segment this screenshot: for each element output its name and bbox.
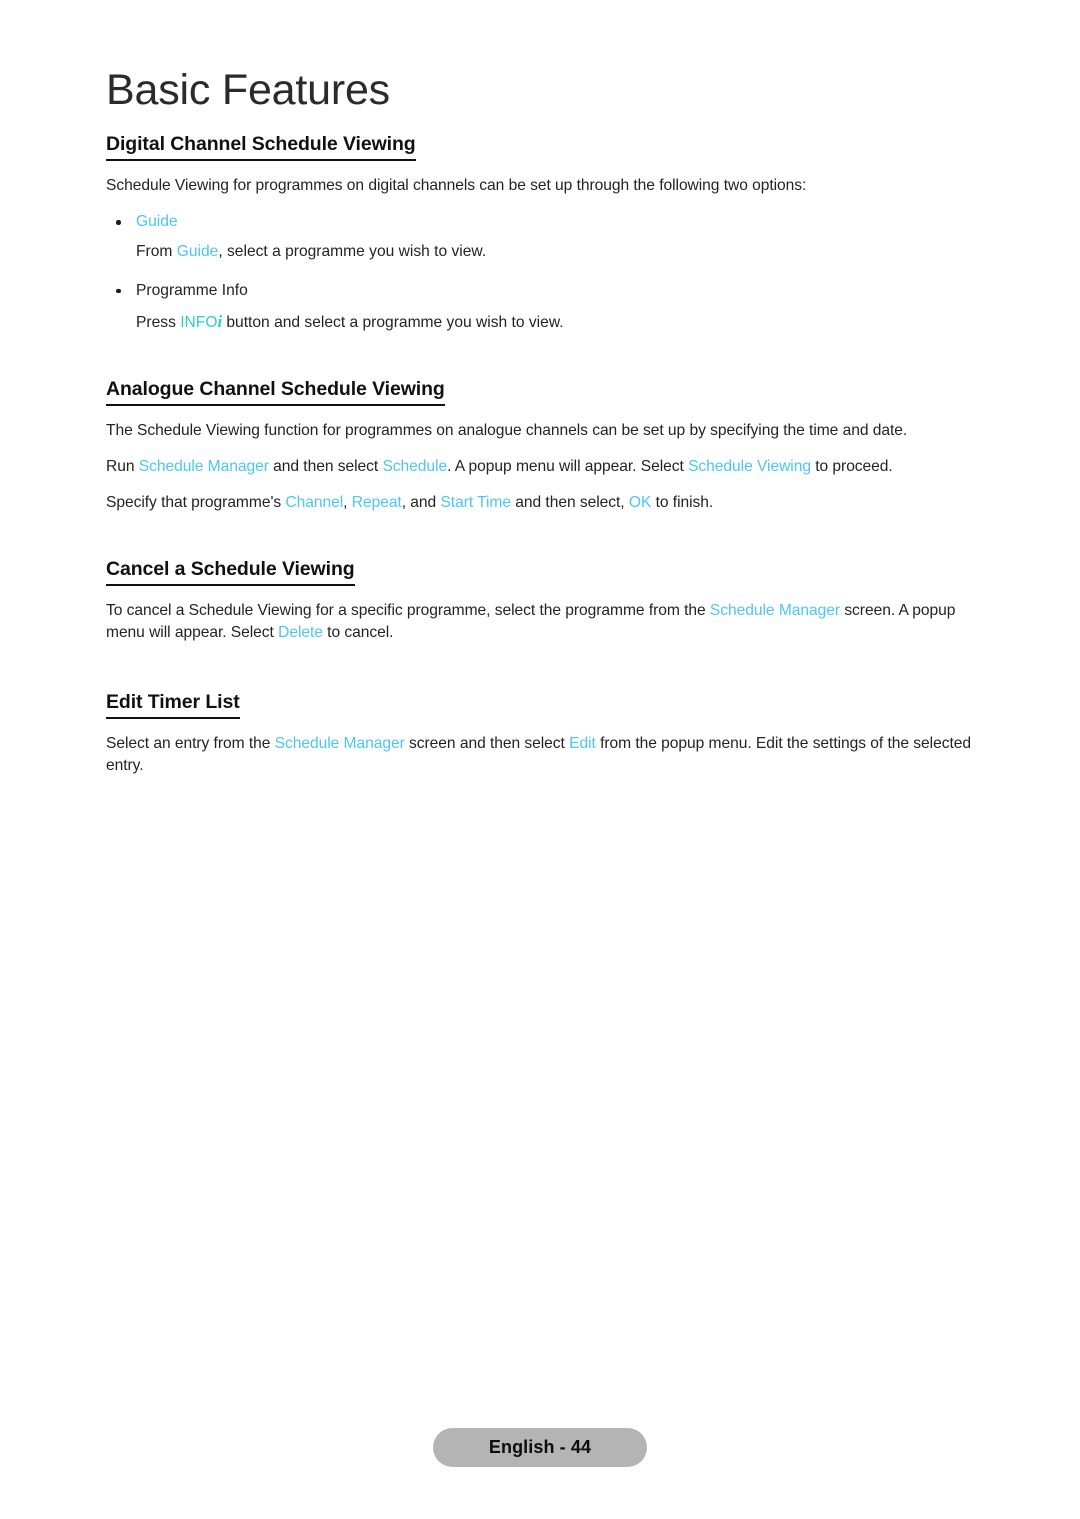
info-detail-pre: Press [136,313,181,331]
run-mid-1: and then select [268,457,383,475]
specify-sep-1: , [343,494,352,512]
term-schedule-manager: Schedule Manager [709,602,841,620]
run-mid-2: . A popup menu will appear. Select [447,457,689,475]
section-heading-analogue-wrap: Analogue Channel Schedule Viewing [106,378,986,406]
page-content: Basic Features Digital Channel Schedule … [106,66,986,791]
info-detail-term: INFO [180,313,218,331]
page-number-badge: English - 44 [432,1428,648,1467]
programme-info-list: Programme Info [106,280,986,302]
term-edit: Edit [569,734,596,752]
specify-mid: and then select, [511,494,629,512]
specify-post: to finish. [651,494,714,512]
section-heading-digital-channel-schedule-viewing: Digital Channel Schedule Viewing [106,133,416,162]
term-repeat: Repeat [351,494,402,512]
list-item: Programme Info [106,280,986,302]
bullet-label-programme-info: Programme Info [136,281,248,299]
list-item: Guide [106,211,986,233]
page-footer: English - 44 [0,1428,1080,1467]
programme-info-detail-line: Press INFOi button and select a programm… [106,310,986,334]
document-page: Basic Features Digital Channel Schedule … [0,0,1080,1519]
guide-detail-post: , select a programme you wish to view. [218,243,487,261]
cancel-pre: To cancel a Schedule Viewing for a speci… [106,602,710,620]
section-heading-edit-timer-list: Edit Timer List [106,691,240,719]
edit-timer-paragraph: Select an entry from the Schedule Manage… [106,733,986,777]
chapter-title: Basic Features [106,66,390,114]
term-schedule: Schedule [382,457,448,475]
specify-sep-2: , and [401,494,441,512]
guide-detail-term: Guide [176,243,219,261]
section-heading-cancel-a-schedule-viewing: Cancel a Schedule Viewing [106,558,355,587]
section-heading-digital-wrap: Digital Channel Schedule Viewing [106,133,986,162]
run-post: to proceed. [810,457,893,475]
term-schedule-viewing: Schedule Viewing [688,457,811,475]
edit-pre: Select an entry from the [106,734,275,752]
term-ok: OK [628,494,652,512]
term-delete: Delete [278,624,323,642]
term-channel: Channel [285,494,344,512]
cancel-paragraph: To cancel a Schedule Viewing for a speci… [106,600,986,644]
section-heading-cancel-wrap: Cancel a Schedule Viewing [106,558,986,587]
digital-options-list: Guide [106,211,986,233]
cancel-post: to cancel. [322,624,394,642]
term-schedule-manager: Schedule Manager [274,734,405,752]
analogue-run-paragraph: Run Schedule Manager and then select Sch… [106,456,986,478]
guide-detail-line: From Guide, select a programme you wish … [106,241,986,263]
specify-pre: Specify that programme's [106,494,286,512]
guide-detail-pre: From [136,243,177,261]
analogue-specify-paragraph: Specify that programme's Channel, Repeat… [106,492,986,514]
section-heading-analogue-channel-schedule-viewing: Analogue Channel Schedule Viewing [106,378,445,406]
analogue-intro-paragraph: The Schedule Viewing function for progra… [106,421,908,439]
bullet-label-guide: Guide [136,213,178,231]
term-start-time: Start Time [440,494,511,512]
digital-intro-paragraph: Schedule Viewing for programmes on digit… [106,177,807,195]
run-pre: Run [106,457,139,475]
info-detail-post: button and select a programme you wish t… [222,313,564,331]
term-schedule-manager: Schedule Manager [138,457,269,475]
section-heading-edit-timer-wrap: Edit Timer List [106,691,986,719]
edit-mid: screen and then select [404,734,570,752]
